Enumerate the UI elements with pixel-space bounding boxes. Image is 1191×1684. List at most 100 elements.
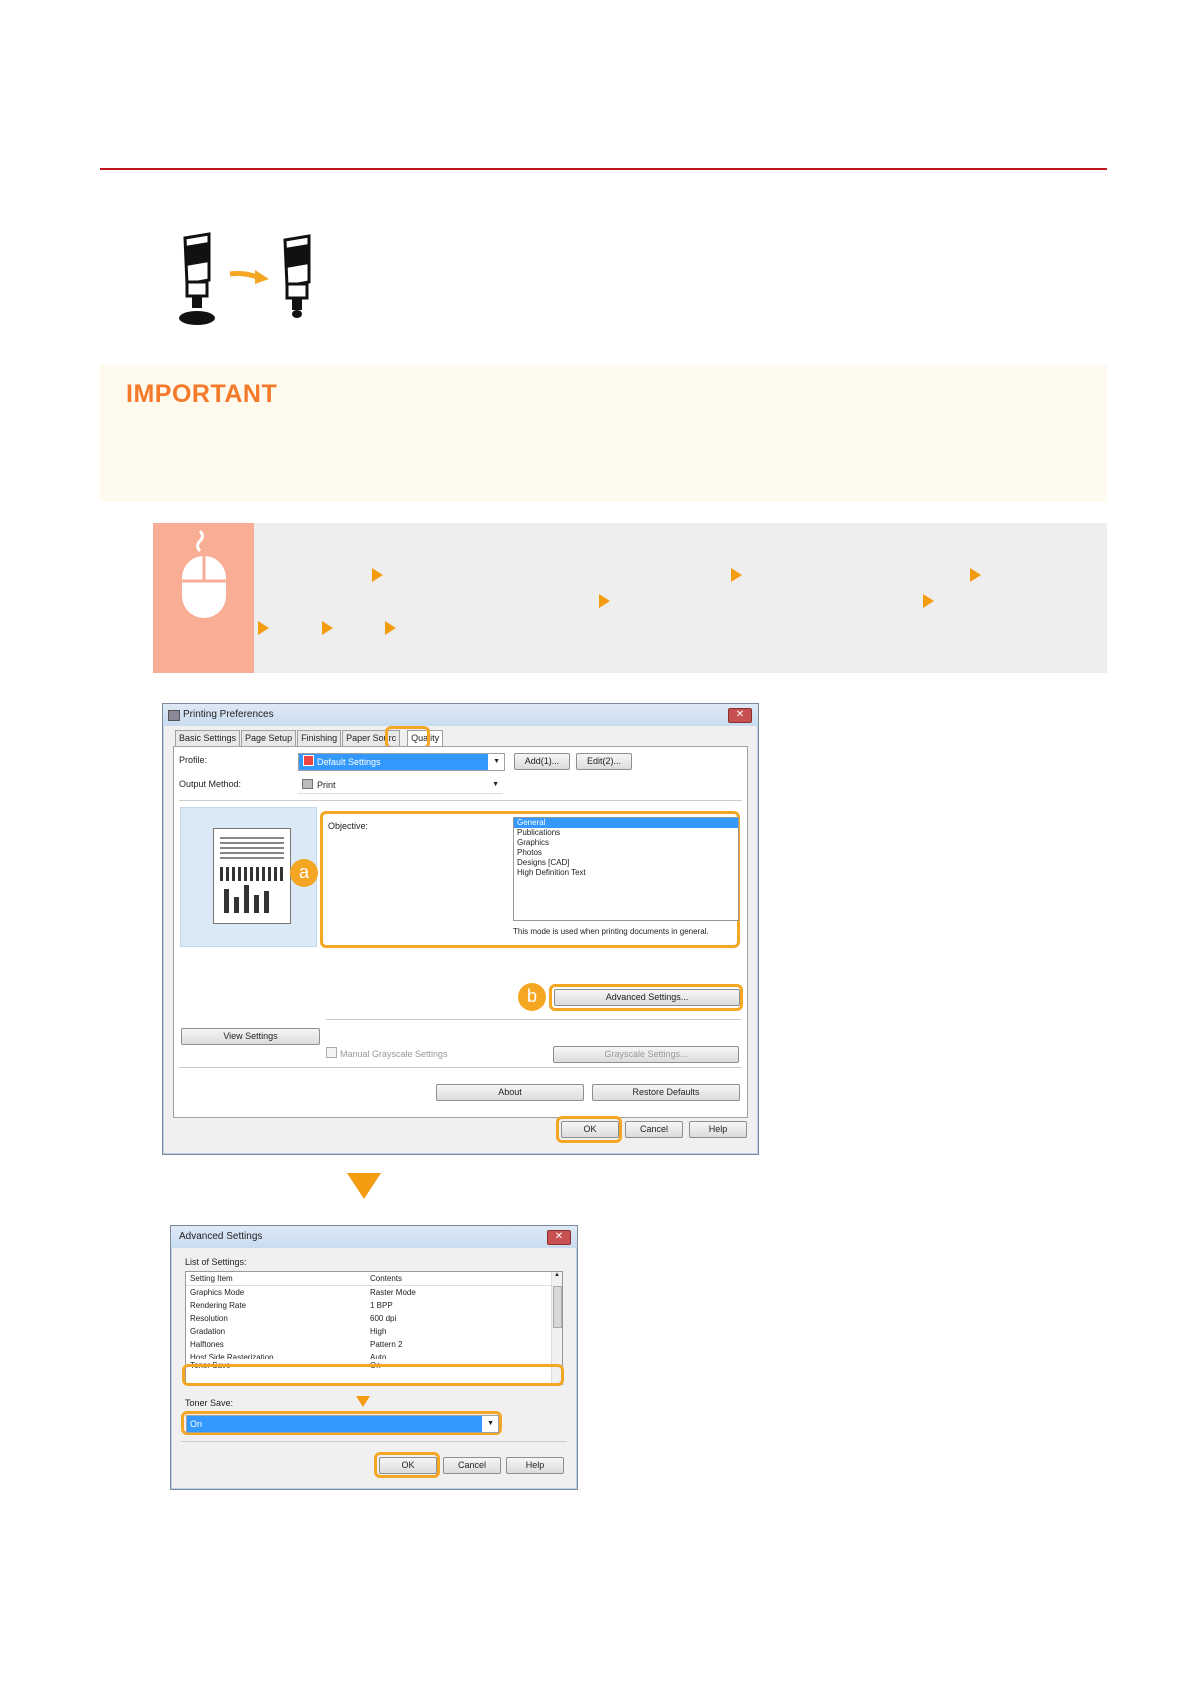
cancel-button[interactable]: Cancel [625,1121,683,1138]
setting-value: Auto [370,1353,387,1359]
step-arrow [970,568,981,582]
toner-save-label: Toner Save: [185,1398,234,1408]
step-arrow [385,621,396,635]
setting-value: Raster Mode [370,1288,416,1297]
toner-bottle-icon [179,232,215,325]
table-row[interactable]: Halftones Pattern 2 [186,1338,562,1351]
divider [179,800,742,801]
restore-defaults-button[interactable]: Restore Defaults [592,1084,740,1101]
toner-save-select[interactable]: On ▼ [186,1415,499,1433]
divider [179,1067,742,1068]
step-arrow [322,621,333,635]
step-arrow [599,594,610,608]
ok-button[interactable]: OK [561,1121,619,1138]
objective-item-graphics[interactable]: Graphics [514,838,738,848]
setting-value: 1 BPP [370,1301,393,1310]
divider [326,1019,741,1020]
column-header-setting-item[interactable]: Setting Item [186,1272,370,1285]
about-button[interactable]: About [436,1084,584,1101]
table-row[interactable]: Gradation High [186,1325,562,1338]
divider [181,1441,567,1442]
chevron-down-icon: ▼ [487,1420,494,1427]
step-arrow [731,568,742,582]
preview-page-thumbnail [213,828,291,924]
profile-select[interactable]: Default Settings ▼ [298,753,505,771]
profile-icon [303,755,314,766]
manual-grayscale-label: Manual Grayscale Settings [340,1049,448,1059]
setting-value: 600 dpi [370,1314,397,1323]
setting-value: Pattern 2 [370,1340,403,1349]
output-method-value: Print [317,780,336,790]
table-row[interactable]: Graphics Mode Raster Mode [186,1286,562,1299]
mouse-operation-marker [153,523,254,673]
section-divider [100,168,1107,170]
scrollbar-thumb[interactable] [553,1286,562,1328]
objective-item-publications[interactable]: Publications [514,828,738,838]
mouse-icon [182,529,226,618]
setting-item: Halftones [190,1340,224,1349]
toner-save-value: On [187,1416,482,1432]
chevron-up-icon[interactable]: ▲ [552,1272,562,1278]
advanced-settings-dialog: Advanced Settings ✕ List of Settings: Se… [170,1225,578,1490]
dialog-title-bar: Printing Preferences ✕ [163,704,758,726]
view-settings-button[interactable]: View Settings [181,1028,320,1045]
tab-page-setup[interactable]: Page Setup [241,730,297,746]
dialog-title: Printing Preferences [183,709,274,720]
setting-item: Rendering Rate [190,1301,247,1310]
setting-value: High [370,1327,387,1336]
objective-item-designs-cad[interactable]: Designs [CAD] [514,858,738,868]
setting-item: Graphics Mode [190,1288,245,1297]
grayscale-settings-button[interactable]: Grayscale Settings... [553,1046,739,1063]
quality-tab-panel: Profile: Default Settings ▼ Add(1)... Ed… [173,746,748,1118]
profile-value: Default Settings [317,757,381,767]
setting-item: Gradation [190,1327,226,1336]
ok-button[interactable]: OK [379,1457,437,1474]
step-arrow [372,568,383,582]
step-arrow [258,621,269,635]
objective-description: This mode is used when printing document… [513,927,709,936]
toner-save-row-highlight [182,1364,564,1386]
setting-item: Resolution [190,1314,228,1323]
table-row[interactable]: Host Side Rasterization Auto [186,1351,562,1359]
output-method-select[interactable]: Print ▼ [298,777,503,794]
manual-grayscale-checkbox[interactable]: Manual Grayscale Settings [326,1047,448,1059]
close-button[interactable]: ✕ [547,1230,571,1245]
dialog-title: Advanced Settings [179,1231,263,1242]
objective-item-photos[interactable]: Photos [514,848,738,858]
settings-list-header: Setting Item Contents [186,1272,562,1286]
help-button[interactable]: Help [506,1457,564,1474]
add-button[interactable]: Add(1)... [514,753,570,770]
advanced-settings-button[interactable]: Advanced Settings... [554,989,740,1006]
callout-badge-b: b [518,983,546,1011]
table-row[interactable]: Rendering Rate 1 BPP [186,1299,562,1312]
help-button[interactable]: Help [689,1121,747,1138]
close-button[interactable]: ✕ [728,708,752,723]
tab-finishing[interactable]: Finishing [297,730,342,746]
operation-steps [153,523,1107,673]
objective-item-high-definition-text[interactable]: High Definition Text [514,868,738,878]
important-title: IMPORTANT [126,380,278,408]
setting-item: Host Side Rasterization [190,1353,274,1359]
toner-save-illustration [179,232,311,325]
flow-arrow-down-small [356,1396,370,1407]
flow-arrow-down [347,1173,381,1199]
column-header-contents[interactable]: Contents [370,1272,402,1285]
output-method-label: Output Method: [179,779,242,789]
dialog-title-bar: Advanced Settings ✕ [171,1226,577,1248]
toner-bottle-saved-icon [283,234,311,318]
step-arrow [923,594,934,608]
printer-icon [168,710,180,721]
edit-button[interactable]: Edit(2)... [576,753,632,770]
objective-list[interactable]: General Publications Graphics Photos Des… [513,817,739,921]
objective-item-general[interactable]: General [514,818,738,828]
tab-basic-settings[interactable]: Basic Settings [175,730,241,746]
chevron-down-icon: ▼ [492,781,499,788]
list-of-settings-label: List of Settings: [185,1257,247,1267]
table-row[interactable]: Resolution 600 dpi [186,1312,562,1325]
profile-label: Profile: [179,755,208,765]
checkbox-icon [326,1047,337,1058]
objective-label: Objective: [328,821,369,831]
callout-badge-a: a [290,859,318,887]
chevron-down-icon: ▼ [493,758,500,765]
cancel-button[interactable]: Cancel [443,1457,501,1474]
